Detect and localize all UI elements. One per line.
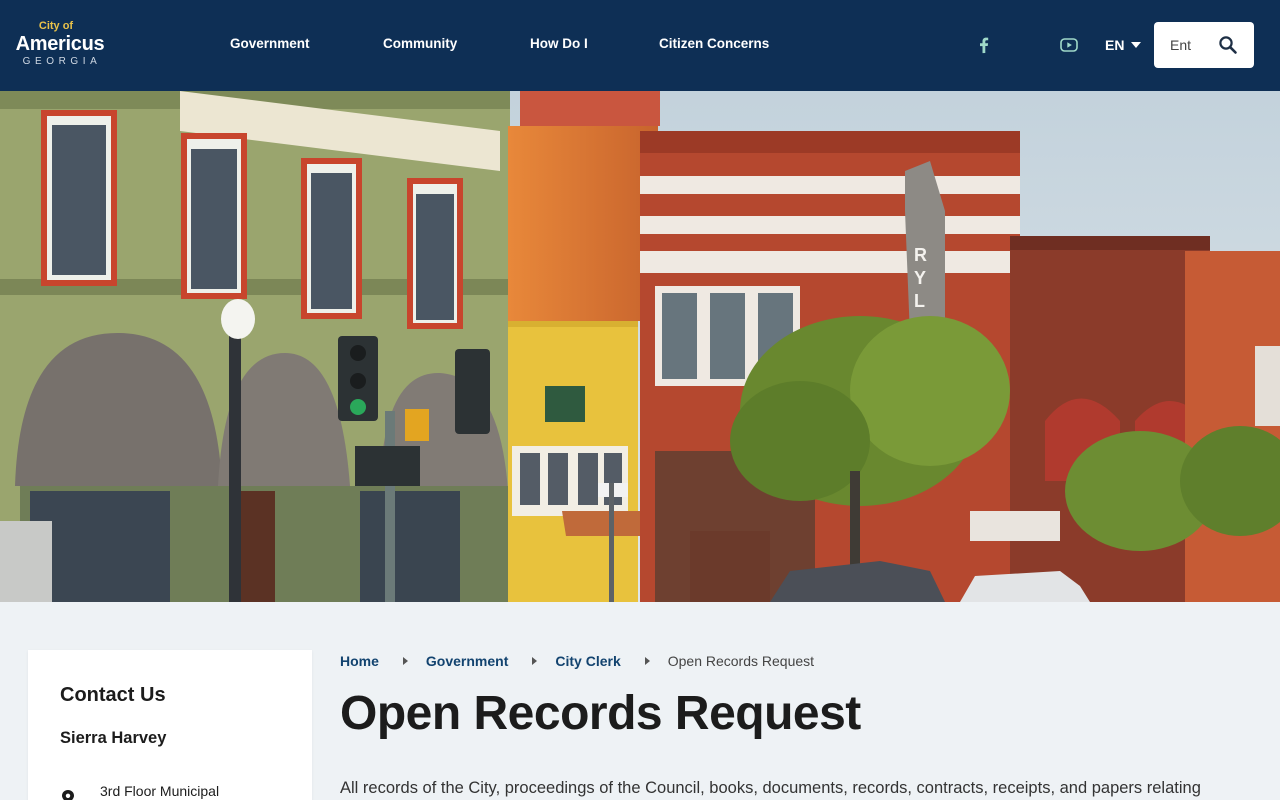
contact-person: Sierra Harvey (60, 729, 167, 747)
search-icon[interactable] (1216, 33, 1240, 57)
logo-city-of: City of (38, 20, 74, 32)
site-header: City of Americus GEORGIA Government Comm… (0, 0, 1280, 91)
page-intro: All records of the City, proceedings of … (340, 779, 1201, 797)
language-selector[interactable]: EN (1105, 37, 1142, 53)
svg-text:Y: Y (914, 268, 926, 288)
page-title: Open Records Request (340, 687, 861, 740)
chevron-right-icon (402, 657, 408, 665)
nav-community[interactable]: Community (383, 36, 457, 51)
contact-address: 3rd Floor Municipal (100, 783, 220, 799)
main-content: Contact Us Sierra Harvey 3rd Floor Munic… (0, 602, 1280, 800)
contact-card: Contact Us Sierra Harvey 3rd Floor Munic… (28, 650, 312, 800)
nav-how-do-i[interactable]: How Do I (530, 36, 588, 51)
breadcrumb-home[interactable]: Home (340, 653, 379, 669)
breadcrumb-city-clerk[interactable]: City Clerk (555, 653, 620, 669)
contact-heading: Contact Us (60, 684, 166, 706)
downtown-storefronts-photo: R Y L A (0, 91, 1280, 602)
logo-name: Americus (15, 33, 105, 55)
nav-citizen-concerns[interactable]: Citizen Concerns (659, 36, 769, 51)
breadcrumb: Home Government City Clerk Open Records … (340, 653, 814, 669)
facebook-icon[interactable] (973, 34, 995, 56)
youtube-icon[interactable] (1058, 34, 1080, 56)
caret-down-icon (1131, 42, 1142, 48)
nav-government[interactable]: Government (230, 36, 310, 51)
svg-text:L: L (914, 291, 925, 311)
chevron-right-icon (644, 657, 650, 665)
breadcrumb-government[interactable]: Government (426, 653, 508, 669)
language-label: EN (1105, 37, 1125, 53)
location-pin-icon (61, 790, 75, 800)
svg-text:R: R (914, 245, 927, 265)
logo-state: GEORGIA (22, 56, 102, 67)
breadcrumb-current: Open Records Request (667, 653, 815, 669)
search-box (1154, 22, 1254, 68)
city-logo[interactable]: City of Americus GEORGIA (15, 20, 115, 72)
hero-image: R Y L A (0, 91, 1280, 602)
chevron-right-icon (532, 657, 538, 665)
